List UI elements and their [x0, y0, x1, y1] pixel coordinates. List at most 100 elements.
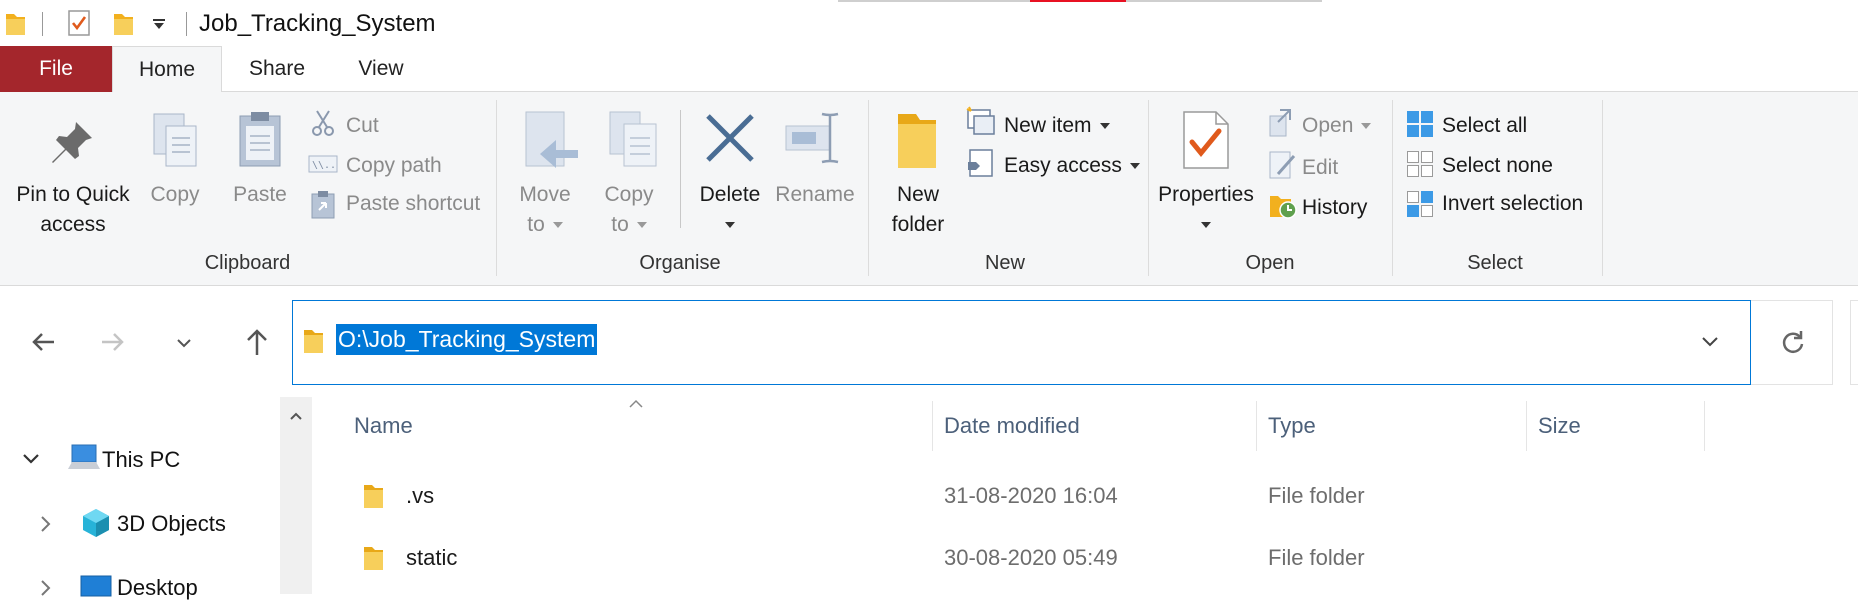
paste-shortcut-button[interactable]: Paste shortcut	[346, 192, 480, 216]
paste-shortcut-icon	[311, 191, 335, 219]
select-all-icon	[1407, 111, 1433, 137]
up-arrow-icon[interactable]	[244, 327, 270, 357]
tree-item-this-pc[interactable]: This PC	[0, 439, 280, 483]
folder-icon[interactable]	[4, 10, 26, 36]
column-header-size[interactable]: Size	[1538, 413, 1581, 439]
open-icon	[1269, 109, 1291, 137]
tab-view[interactable]: View	[335, 46, 427, 92]
properties-icon	[1183, 111, 1229, 169]
navigation-pane: This PC 3D Objects Desktop	[0, 397, 280, 600]
refresh-button[interactable]	[1751, 300, 1833, 385]
tree-item-label: Desktop	[117, 575, 198, 600]
tab-share[interactable]: Share	[230, 46, 324, 92]
taskbar-strip	[1126, 0, 1322, 2]
organise-group-label: Organise	[639, 252, 721, 274]
copy-to-button[interactable]: Copy to	[594, 180, 664, 240]
rename-icon	[785, 112, 839, 164]
move-to-label-line1: Move	[519, 183, 571, 206]
file-name: .vs	[406, 483, 435, 508]
open-group-label: Open	[1245, 252, 1295, 274]
new-group-label: New	[984, 252, 1025, 274]
group-separator	[1602, 100, 1603, 276]
address-dropdown-chevron-icon[interactable]	[1701, 335, 1719, 349]
pin-icon	[52, 122, 92, 163]
ribbon-tabs: File Home Share View	[0, 46, 1858, 93]
tree-item-label: This PC	[102, 447, 181, 472]
properties-button[interactable]: Properties	[1156, 180, 1256, 240]
navigation-pane-scrollbar[interactable]	[280, 397, 312, 594]
delete-button[interactable]: Delete	[692, 180, 768, 240]
search-box[interactable]	[1850, 300, 1858, 385]
table-row[interactable]: static 30-08-2020 05:49 File folder	[332, 535, 1732, 581]
column-separator[interactable]	[932, 401, 933, 451]
computer-icon	[68, 444, 100, 469]
address-bar[interactable]: O:\Job_Tracking_System	[292, 300, 1751, 385]
navigation-bar: O:\Job_Tracking_System	[0, 287, 1858, 397]
close-strip	[1030, 0, 1126, 2]
easy-access-label: Easy access	[1004, 154, 1122, 177]
forward-arrow-icon[interactable]	[100, 331, 126, 353]
chevron-down-icon	[636, 222, 647, 229]
open-button[interactable]: Open	[1302, 114, 1372, 138]
address-path[interactable]: O:\Job_Tracking_System	[336, 324, 598, 355]
column-separator[interactable]	[1526, 401, 1527, 451]
svg-text:\\..: \\..	[312, 160, 336, 171]
file-date: 31-08-2020 16:04	[944, 483, 1118, 508]
cut-button[interactable]: Cut	[346, 114, 379, 138]
column-separator[interactable]	[1256, 401, 1257, 451]
select-none-button[interactable]: Select none	[1442, 154, 1553, 178]
table-row[interactable]: .vs 31-08-2020 16:04 File folder	[332, 473, 1732, 519]
invert-selection-button[interactable]: Invert selection	[1442, 192, 1583, 216]
group-separator	[1392, 100, 1393, 276]
file-name: static	[406, 545, 458, 570]
taskbar-strip	[838, 0, 1030, 2]
copy-button[interactable]: Copy	[140, 180, 210, 210]
scroll-up-icon[interactable]	[289, 411, 303, 421]
new-folder-icon[interactable]	[112, 10, 134, 36]
paste-button[interactable]: Paste	[224, 180, 296, 210]
new-folder-button[interactable]: New folder	[880, 180, 956, 240]
select-all-button[interactable]: Select all	[1442, 114, 1527, 138]
organise-separator	[680, 110, 681, 228]
file-date: 30-08-2020 05:49	[944, 545, 1118, 570]
tab-file[interactable]: File	[0, 46, 112, 92]
scissors-icon	[312, 110, 334, 136]
tree-item-desktop[interactable]: Desktop	[0, 567, 280, 611]
column-separator[interactable]	[1704, 401, 1705, 451]
rename-button[interactable]: Rename	[772, 180, 858, 210]
easy-access-button[interactable]: Easy access	[1004, 154, 1140, 178]
qa-separator	[42, 12, 43, 36]
history-button[interactable]: History	[1302, 196, 1367, 220]
easy-access-icon	[968, 149, 993, 177]
pin-to-quick-access-button[interactable]: Pin to Quick access	[8, 180, 138, 240]
copy-to-label-line1: Copy	[604, 183, 654, 206]
invert-selection-icon	[1407, 191, 1433, 217]
new-item-button[interactable]: New item	[1004, 114, 1110, 138]
move-to-button[interactable]: Move to	[510, 180, 580, 240]
group-separator	[1148, 100, 1149, 276]
column-header-date-modified[interactable]: Date modified	[944, 413, 1080, 439]
customize-quick-access-icon[interactable]	[152, 18, 166, 30]
group-separator	[868, 100, 869, 276]
chevron-right-icon[interactable]	[40, 579, 52, 597]
move-to-icon	[525, 111, 578, 168]
tree-item-3d-objects[interactable]: 3D Objects	[0, 503, 280, 547]
copy-to-label-line2: to	[611, 213, 629, 236]
cube-3d-icon	[83, 509, 109, 537]
sort-ascending-icon	[629, 399, 643, 408]
title-bar: Job_Tracking_System	[0, 0, 1858, 46]
copy-path-button[interactable]: Copy path	[346, 154, 442, 178]
chevron-down-icon[interactable]	[22, 453, 40, 465]
column-header-name[interactable]: Name	[354, 413, 413, 439]
column-header-type[interactable]: Type	[1268, 413, 1316, 439]
back-arrow-icon[interactable]	[30, 331, 56, 353]
tab-home[interactable]: Home	[112, 46, 222, 93]
open-label: Open	[1302, 114, 1354, 137]
recent-locations-chevron-icon[interactable]	[176, 337, 192, 349]
chevron-right-icon[interactable]	[40, 515, 52, 533]
file-list: Name Date modified Type Size .vs 31-08-2…	[312, 397, 1858, 594]
properties-check-icon[interactable]	[66, 9, 92, 37]
new-folder-label-line1: New	[896, 183, 939, 206]
edit-button[interactable]: Edit	[1302, 156, 1338, 180]
group-separator	[496, 100, 497, 276]
